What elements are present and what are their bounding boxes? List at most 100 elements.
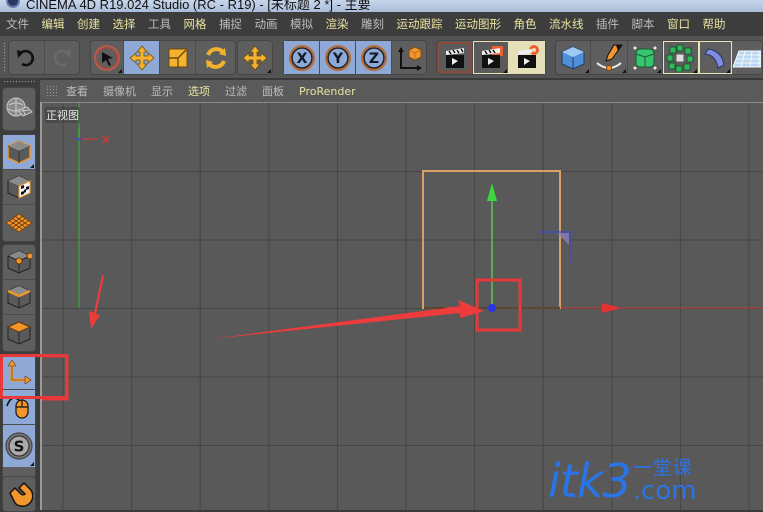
highlight-box-origin [475, 278, 522, 332]
menu-item[interactable]: 工具 [148, 16, 171, 32]
subdivision-surface-button[interactable] [628, 41, 663, 74]
render-view-button[interactable] [437, 41, 473, 74]
rotate-button[interactable] [196, 41, 235, 74]
floor-button[interactable] [732, 41, 762, 74]
viewport-menu-item[interactable]: 面板 [262, 83, 284, 99]
edit-render-settings-icon [518, 44, 539, 68]
viewport-menu-bar: 查看 摄像机 显示 选项 过滤 面板 ProRender [40, 80, 763, 102]
menu-item[interactable]: 流水线 [549, 16, 584, 32]
make-editable-button[interactable] [3, 88, 35, 130]
move-button[interactable] [124, 41, 160, 74]
undo-button[interactable] [9, 41, 45, 74]
make-editable-icon [6, 97, 33, 117]
edit-render-settings-button[interactable] [509, 41, 545, 74]
watermark-cn: 一堂课 [632, 457, 693, 479]
menu-item[interactable]: 网格 [184, 16, 207, 32]
watermark-main: itk3 [548, 454, 632, 508]
deformer-button[interactable] [698, 41, 733, 74]
redo-button[interactable] [45, 41, 80, 74]
menu-item[interactable]: 雕刻 [361, 16, 384, 32]
svg-text:X: X [296, 51, 307, 67]
snap-button[interactable] [3, 477, 35, 512]
viewport-menu-item[interactable]: 显示 [151, 83, 173, 99]
scale-button[interactable] [160, 41, 196, 74]
z-axis-lock-button[interactable]: Z [356, 41, 392, 74]
workplane-mode-icon [5, 212, 33, 233]
menu-item[interactable]: 角色 [514, 16, 537, 32]
menu-item[interactable]: 窗口 [667, 16, 690, 32]
viewport-grip[interactable] [46, 85, 57, 96]
left-mode-palette: S [0, 78, 40, 512]
y-axis-lock-button[interactable]: Y [320, 41, 356, 74]
annotation-arrow-to-origin [211, 300, 484, 339]
history-group [8, 40, 80, 75]
texture-mode-button[interactable] [3, 170, 35, 205]
menu-item[interactable]: 文件 [6, 16, 29, 32]
edges-mode-button[interactable] [3, 280, 35, 315]
x-axis-lock-button[interactable]: X [284, 41, 320, 74]
object-axis-origin [488, 304, 496, 312]
live-selection-icon [94, 44, 120, 71]
menu-item[interactable]: 创建 [77, 16, 100, 32]
viewport-menu-item[interactable]: 查看 [66, 83, 88, 99]
svg-text:Z: Z [368, 51, 378, 67]
main-toolbar: X Y Z [0, 36, 763, 78]
points-mode-button[interactable] [3, 245, 35, 280]
world-coordinate-icon [398, 46, 422, 71]
solo-icon: S [5, 432, 33, 460]
polygons-mode-button[interactable] [3, 315, 35, 350]
cube-button[interactable] [556, 41, 591, 74]
model-mode-icon [7, 140, 31, 164]
live-selection-button[interactable] [91, 41, 124, 74]
cloner-icon [666, 44, 694, 72]
tweak-mode-button[interactable] [3, 390, 35, 425]
viewport-canvas[interactable]: X [42, 103, 763, 510]
redo-icon [53, 49, 71, 66]
menu-bar: 文件 编辑 创建 选择 工具 网格 捕捉 动画 模拟 渲染 雕刻 运动跟踪 运动图形 角色 流水线 插件 脚本窗… [0, 12, 763, 36]
pen-spline-button[interactable] [591, 41, 629, 74]
component-mode-group [2, 244, 36, 352]
menu-item[interactable]: 捕捉 [219, 16, 242, 32]
coordinate-system-button[interactable] [392, 41, 426, 74]
viewport-menu-item[interactable]: 过滤 [225, 83, 247, 99]
viewport-menu-item[interactable]: ProRender [299, 85, 356, 98]
menu-item[interactable]: 选择 [113, 16, 136, 32]
menu-item[interactable]: 编辑 [42, 16, 65, 32]
menu-item[interactable]: 帮助 [703, 16, 726, 32]
recent-tools-icon [242, 44, 268, 71]
move-icon [128, 44, 155, 71]
watermark-com: .com [632, 476, 697, 506]
bounding-corner-fill [557, 233, 569, 245]
render-to-picture-viewer-button[interactable] [473, 41, 509, 74]
menu-item[interactable]: 运动跟踪 [397, 16, 443, 32]
edges-mode-icon [7, 285, 31, 309]
model-mode-button[interactable] [3, 135, 35, 170]
palette-grip[interactable] [3, 80, 35, 84]
menu-item[interactable]: 脚本 [632, 16, 655, 32]
menu-item[interactable]: 插件 [596, 16, 619, 32]
solo-button[interactable]: S [3, 425, 35, 467]
cinema4d-logo-icon [6, 0, 20, 8]
menu-item[interactable]: 运动图形 [455, 16, 501, 32]
menu-item[interactable]: 渲染 [326, 16, 349, 32]
render-view-icon [445, 47, 464, 68]
tools-group [90, 40, 236, 75]
viewport-grid [42, 103, 763, 510]
workplane-mode-button[interactable] [3, 205, 35, 240]
enable-axis-button[interactable] [3, 355, 35, 390]
cloner-button[interactable] [662, 41, 699, 74]
viewport-name-label: 正视图 [45, 107, 80, 123]
menu-item[interactable]: 动画 [255, 16, 278, 32]
tweak-mode-icon [6, 397, 29, 419]
subdivision-surface-icon [633, 46, 657, 69]
front-viewport[interactable]: X 正视图 [40, 102, 763, 510]
toolbar-grip[interactable] [3, 42, 7, 72]
snap-group [2, 476, 36, 512]
viewport-menu-item[interactable]: 摄像机 [103, 83, 136, 99]
menu-item[interactable]: 模拟 [290, 16, 313, 32]
recent-tools-button[interactable] [238, 41, 272, 74]
make-editable-group [2, 87, 36, 131]
pen-spline-icon [596, 44, 623, 71]
undo-icon [17, 49, 35, 66]
viewport-menu-item[interactable]: 选项 [188, 83, 210, 99]
